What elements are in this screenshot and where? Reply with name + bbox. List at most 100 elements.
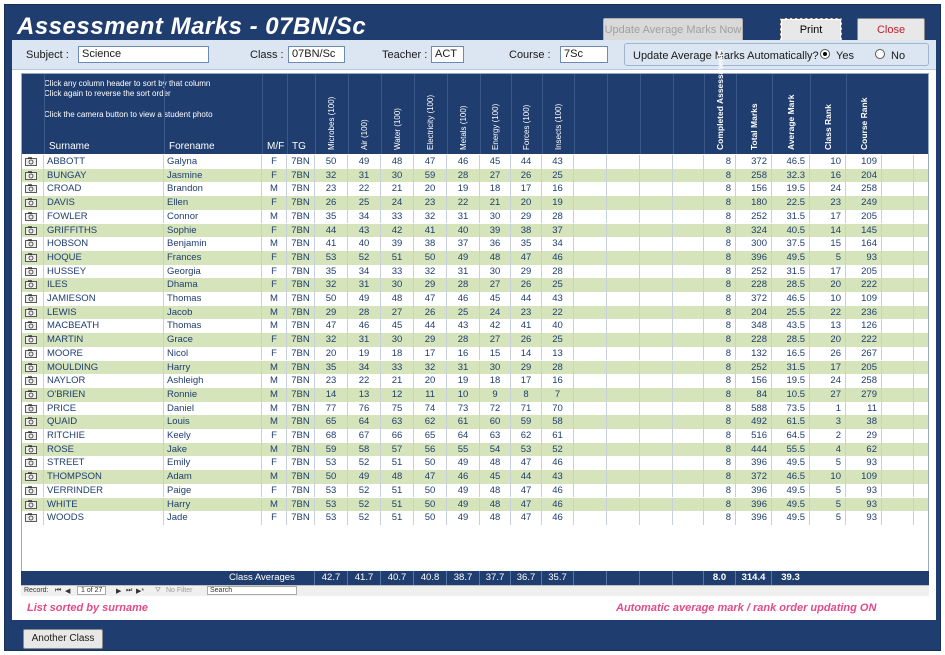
prev-record-icon[interactable]: ◀: [65, 587, 70, 595]
close-button[interactable]: Close: [857, 18, 925, 42]
header-completed[interactable]: Completed Assessments: [704, 49, 736, 154]
table-row[interactable]: QUAID Louis M 7BN 65 64 63 62 61 60 59 58 8 492 61.5 3 3…: [22, 415, 928, 429]
header-subject-7[interactable]: Insects (100): [542, 74, 574, 154]
class-field[interactable]: 07BN/Sc: [288, 46, 345, 63]
table-row[interactable]: JAMIESON Thomas M 7BN 50 49 48 47 46 45 44 43 8 372 46…: [22, 292, 928, 306]
auto-update-yes-radio[interactable]: [820, 49, 830, 59]
table-row[interactable]: DAVIS Ellen F 7BN 26 25 24 23 22 21 20 19 8 180 22.5 23…: [22, 196, 928, 210]
table-row[interactable]: PRICE Daniel M 7BN 77 76 75 74 73 72 71 70 8 588 73.5 1…: [22, 401, 928, 416]
table-row[interactable]: VERRINDER Paige F 7BN 53 52 51 50 49 48 47 46 8 396 49…: [22, 483, 928, 498]
table-row[interactable]: GRIFFITHS Sophie F 7BN 44 43 42 41 40 39 38 37 8 324 4…: [22, 223, 928, 238]
table-row[interactable]: NAYLOR Ashleigh M 7BN 23 22 21 20 19 18 17 16 8 156 19…: [22, 374, 928, 388]
header-class-rank[interactable]: Class Rank: [810, 74, 846, 154]
photo-button[interactable]: [22, 456, 44, 471]
cell-corank: 38: [846, 415, 882, 429]
header-subject-6[interactable]: Forces (100): [511, 74, 542, 154]
photo-button[interactable]: [22, 387, 44, 402]
record-position[interactable]: 1 of 27: [77, 586, 107, 595]
table-row[interactable]: ILES Dhama F 7BN 32 31 30 29 28 27 26 25 8 228 28.5 20 2…: [22, 278, 928, 292]
another-class-button[interactable]: Another Class: [23, 629, 103, 649]
photo-button[interactable]: [22, 429, 44, 443]
next-record-icon[interactable]: ▶: [116, 587, 121, 595]
cell-forename: Thomas: [164, 292, 262, 306]
photo-button[interactable]: [22, 415, 44, 429]
header-total[interactable]: Total Marks: [736, 74, 772, 154]
table-row[interactable]: RITCHIE Keely F 7BN 68 67 66 65 64 63 62 61 8 516 64.5…: [22, 429, 928, 443]
photo-button[interactable]: [22, 511, 44, 525]
table-row[interactable]: HOQUE Frances F 7BN 53 52 51 50 49 48 47 46 8 396 49.5…: [22, 250, 928, 265]
header-average[interactable]: Average Mark: [772, 74, 810, 154]
table-row[interactable]: CROAD Brandon M 7BN 23 22 21 20 19 18 17 16 8 156 19.5…: [22, 182, 928, 197]
photo-button[interactable]: [22, 264, 44, 279]
teacher-field[interactable]: ACT: [431, 46, 464, 63]
table-row[interactable]: ROSE Jake M 7BN 59 58 57 56 55 54 53 52 8 444 55.5 4 62: [22, 442, 928, 457]
photo-button[interactable]: [22, 483, 44, 498]
table-row[interactable]: MACBEATH Thomas M 7BN 47 46 45 44 43 42 41 40 8 348 43…: [22, 319, 928, 334]
photo-button[interactable]: [22, 374, 44, 388]
table-row[interactable]: BUNGAY Jasmine F 7BN 32 31 30 59 28 27 26 25 8 258 32.…: [22, 168, 928, 183]
new-record-icon[interactable]: ▶*: [136, 587, 144, 595]
header-empty-1[interactable]: [607, 74, 640, 154]
photo-button[interactable]: [22, 497, 44, 512]
photo-button[interactable]: [22, 346, 44, 361]
header-subject-0[interactable]: Microbes (100): [315, 74, 348, 154]
header-mf[interactable]: M/F: [262, 74, 287, 154]
header-subject-4[interactable]: Metals (100): [447, 74, 480, 154]
last-record-icon[interactable]: ⏭: [126, 587, 132, 595]
table-row[interactable]: HOBSON Benjamin M 7BN 41 40 39 38 37 36 35 34 8 300 37…: [22, 237, 928, 251]
cell-s5: 45: [480, 470, 511, 484]
table-row[interactable]: MOULDING Harry M 7BN 35 34 33 32 31 30 29 28 8 252 31.…: [22, 360, 928, 375]
course-field[interactable]: 7Sc: [560, 46, 608, 63]
photo-button[interactable]: [22, 223, 44, 238]
header-empty-0[interactable]: [574, 74, 607, 154]
header-tg[interactable]: TG: [287, 74, 315, 154]
photo-button[interactable]: [22, 305, 44, 320]
table-row[interactable]: MARTIN Grace F 7BN 32 31 30 29 28 27 26 25 8 228 28.5 2…: [22, 333, 928, 347]
table-row[interactable]: LEWIS Jacob M 7BN 29 28 27 26 25 24 23 22 8 204 25.5 22…: [22, 305, 928, 320]
header-surname[interactable]: Surname: [44, 74, 164, 154]
photo-button[interactable]: [22, 196, 44, 210]
auto-update-no-radio[interactable]: [875, 49, 885, 59]
table-row[interactable]: O'BRIEN Ronnie M 7BN 14 13 12 11 10 9 8 7 8 84 10.5 27 2…: [22, 387, 928, 402]
photo-button[interactable]: [22, 292, 44, 306]
photo-button[interactable]: [22, 470, 44, 484]
update-average-now-button[interactable]: Update Average Marks Now: [603, 18, 743, 42]
header-subject-1[interactable]: Air (100): [348, 74, 381, 154]
header-empty-2[interactable]: [640, 74, 673, 154]
header-subject-5[interactable]: Energy (100): [480, 74, 511, 154]
table-row[interactable]: ABBOTT Galyna F 7BN 50 49 48 47 46 45 44 43 8 372 46.5…: [22, 155, 928, 169]
cell-s3: 32: [414, 209, 447, 224]
photo-button[interactable]: [22, 278, 44, 292]
photo-button[interactable]: [22, 237, 44, 251]
header-course-rank[interactable]: Course Rank: [846, 74, 882, 154]
table-row[interactable]: FOWLER Connor M 7BN 35 34 33 32 31 30 29 28 8 252 31.5…: [22, 209, 928, 224]
print-button[interactable]: Print: [780, 18, 842, 42]
photo-button[interactable]: [22, 168, 44, 183]
photo-button[interactable]: [22, 333, 44, 347]
header-empty-3[interactable]: [673, 74, 704, 154]
photo-button[interactable]: [22, 250, 44, 265]
table-row[interactable]: THOMPSON Adam M 7BN 50 49 48 47 46 45 44 43 8 372 46.5…: [22, 470, 928, 484]
subject-field[interactable]: Science: [78, 46, 209, 63]
photo-button[interactable]: [22, 401, 44, 416]
photo-button[interactable]: [22, 360, 44, 375]
photo-button[interactable]: [22, 155, 44, 169]
first-record-icon[interactable]: ⏮: [55, 587, 61, 595]
photo-button[interactable]: [22, 209, 44, 224]
filter-icon[interactable]: ⛛: [155, 587, 161, 595]
header-forename[interactable]: Forename: [164, 74, 262, 154]
photo-button[interactable]: [22, 319, 44, 334]
photo-button[interactable]: [22, 182, 44, 197]
table-row[interactable]: WHITE Harry M 7BN 53 52 51 50 49 48 47 46 8 396 49.5 5 9…: [22, 497, 928, 512]
cell-s0: 23: [315, 182, 348, 197]
no-filter-label[interactable]: No Filter: [166, 587, 192, 594]
table-row[interactable]: MOORE Nicol F 7BN 20 19 18 17 16 15 14 13 8 132 16.5 26…: [22, 346, 928, 361]
photo-button[interactable]: [22, 442, 44, 457]
search-box[interactable]: Search: [207, 586, 297, 595]
table-row[interactable]: STREET Emily F 7BN 53 52 51 50 49 48 47 46 8 396 49.5 5…: [22, 456, 928, 471]
cell-pad: [882, 319, 914, 334]
header-subject-2[interactable]: Water (100): [381, 74, 414, 154]
table-row[interactable]: HUSSEY Georgia F 7BN 35 34 33 32 31 30 29 28 8 252 31.…: [22, 264, 928, 279]
header-subject-3[interactable]: Electricity (100): [414, 74, 447, 154]
table-row[interactable]: WOODS Jade F 7BN 53 52 51 50 49 48 47 46 8 396 49.5 5 93: [22, 511, 928, 525]
